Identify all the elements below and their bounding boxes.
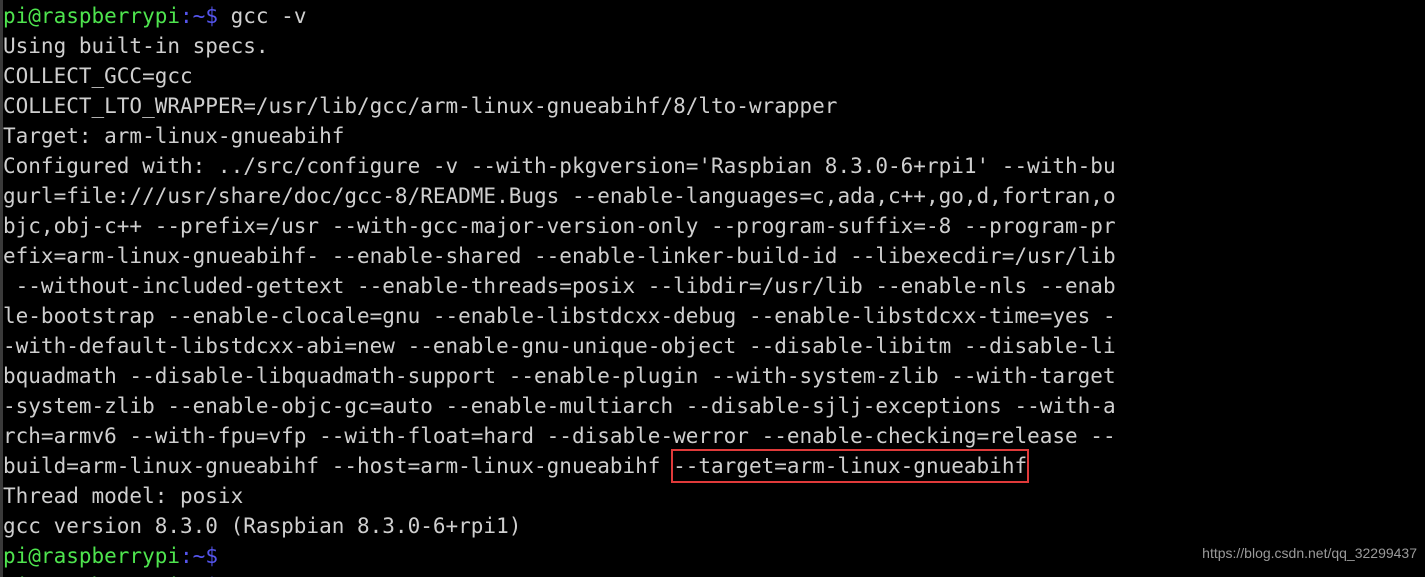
terminal-output-line: -system-zlib --enable-objc-gc=auto --ena… [3, 394, 1116, 418]
terminal-left-gutter [0, 0, 3, 577]
terminal-output-line: Target: arm-linux-gnueabihf [3, 124, 345, 148]
terminal-window[interactable]: pi@raspberrypi:~$ gcc -v Using built-in … [0, 0, 1425, 577]
final-prompt-user-host: pi@raspberrypi [3, 544, 181, 568]
terminal-output-line: Configured with: ../src/configure -v --w… [3, 154, 1116, 178]
terminal-output-line: --without-included-gettext --enable-thre… [3, 274, 1116, 298]
final-prompt-path: :~ [180, 544, 206, 568]
terminal-output-line: bquadmath --disable-libquadmath-support … [3, 364, 1116, 388]
prompt-user-host: pi@raspberrypi [3, 4, 181, 28]
csdn-watermark: https://blog.csdn.net/qq_32299437 [1202, 545, 1417, 561]
terminal-prompt-line: pi@raspberrypi:~$ gcc -v [3, 1, 1425, 31]
terminal-output-line: efix=arm-linux-gnueabihf- --enable-share… [3, 244, 1116, 268]
highlight-line-prefix: build=arm-linux-gnueabihf --host=arm-lin… [3, 454, 674, 478]
terminal-output-line: bjc,obj-c++ --prefix=/usr --with-gcc-maj… [3, 214, 1116, 238]
terminal-highlighted-line: build=arm-linux-gnueabihf --host=arm-lin… [3, 449, 1425, 483]
terminal-output-line: rch=armv6 --with-fpu=vfp --with-float=ha… [3, 424, 1116, 448]
terminal-output-line: gurl=file:///usr/share/doc/gcc-8/README.… [3, 184, 1116, 208]
terminal-clipped-prompt-line: pi@raspberrypi:~$ [3, 571, 1425, 577]
prompt-symbol: $ [205, 4, 218, 28]
terminal-output-line: Using built-in specs. [3, 34, 269, 58]
terminal-output-line: Thread model: posix [3, 484, 244, 508]
terminal-output-line: -with-default-libstdcxx-abi=new --enable… [3, 334, 1116, 358]
terminal-output-line: COLLECT_GCC=gcc [3, 64, 193, 88]
target-option-highlight-box: --target=arm-linux-gnueabihf [671, 449, 1030, 483]
terminal-output-line: le-bootstrap --enable-clocale=gnu --enab… [3, 304, 1116, 328]
prompt-path: :~ [180, 4, 206, 28]
terminal-screen: pi@raspberrypi:~$ gcc -v Using built-in … [3, 1, 1425, 577]
terminal-output-line: COLLECT_LTO_WRAPPER=/usr/lib/gcc/arm-lin… [3, 94, 838, 118]
terminal-output-line: gcc version 8.3.0 (Raspbian 8.3.0-6+rpi1… [3, 514, 522, 538]
final-prompt-symbol: $ [205, 544, 218, 568]
prompt-command: gcc -v [217, 4, 307, 28]
